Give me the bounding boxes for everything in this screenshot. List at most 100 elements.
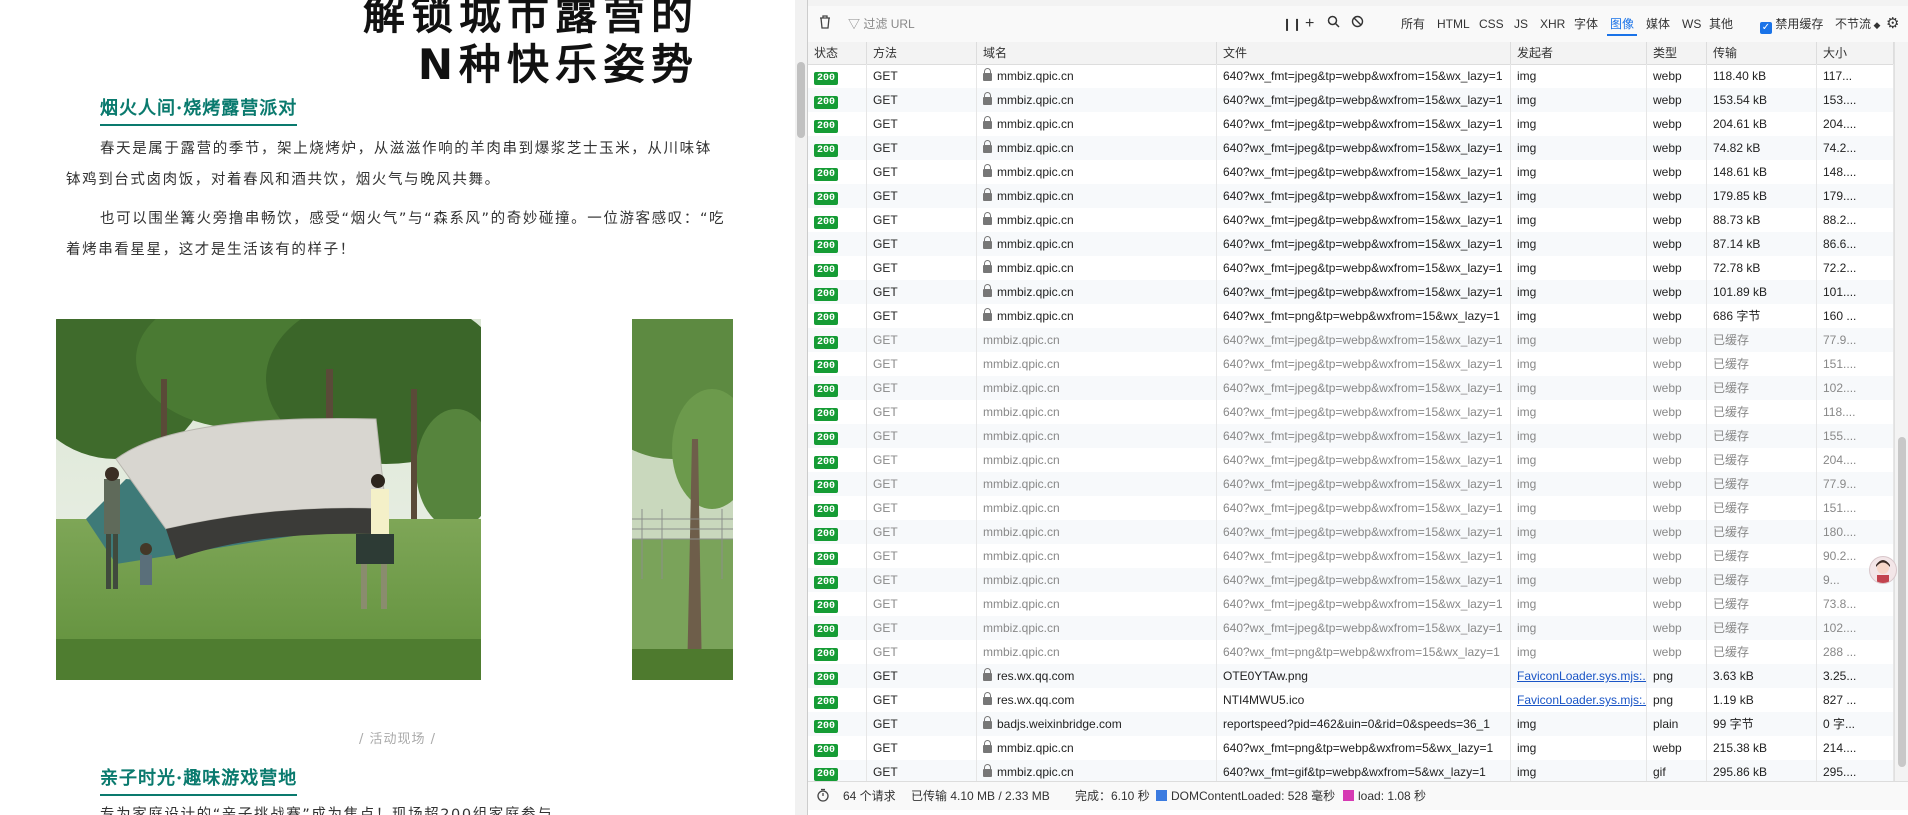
url-filter-input[interactable]: ▽ 过滤 URL <box>848 14 1248 34</box>
col-file[interactable]: 文件 <box>1217 42 1511 64</box>
request-row[interactable]: 200 GET mmbiz.qpic.cn 640?wx_fmt=jpeg&tp=we… <box>808 256 1898 280</box>
col-method[interactable]: 方法 <box>867 42 977 64</box>
cell-transfer: 101.89 kB <box>1707 280 1817 304</box>
article-paragraph-2: 也可以围坐篝火旁撸串畅饮，感受“烟火气”与“森系风”的奇妙碰撞。一位游客感叹：“… <box>66 211 726 258</box>
request-row[interactable]: 200 GET badjs.weixinbridge.com reportspeed?… <box>808 712 1898 736</box>
cell-file: 640?wx_fmt=jpeg&tp=webp&wxfrom=15&wx_laz… <box>1217 496 1511 520</box>
cell-method: GET <box>867 400 977 424</box>
col-status[interactable]: 状态 <box>808 42 867 64</box>
cell-file: 640?wx_fmt=jpeg&tp=webp&wxfrom=15&wx_laz… <box>1217 352 1511 376</box>
cell-transfer: 已缓存 <box>1707 400 1817 424</box>
request-row[interactable]: 200 GET mmbiz.qpic.cn 640?wx_fmt=png&tp=web… <box>808 304 1898 328</box>
request-row[interactable]: 200 GET res.wx.qq.com NTI4MWU5.ico FaviconLo… <box>808 688 1898 712</box>
request-row[interactable]: 200 GET mmbiz.qpic.cn 640?wx_fmt=jpeg&tp=we… <box>808 88 1898 112</box>
article-scrollbar[interactable] <box>795 0 807 815</box>
cell-method: GET <box>867 736 977 760</box>
cell-size: 288 ... <box>1817 640 1894 664</box>
col-domain[interactable]: 域名 <box>977 42 1217 64</box>
cell-file: 640?wx_fmt=jpeg&tp=webp&wxfrom=15&wx_laz… <box>1217 544 1511 568</box>
cell-transfer: 1.19 kB <box>1707 688 1817 712</box>
request-row[interactable]: 200 GET mmbiz.qpic.cn 640?wx_fmt=jpeg&tp=we… <box>808 520 1898 544</box>
block-icon[interactable] <box>1351 14 1364 34</box>
search-icon[interactable] <box>1327 14 1340 34</box>
lock-icon <box>983 68 992 81</box>
cell-initiator: img <box>1511 424 1647 448</box>
checkbox-checked-icon[interactable]: ✓ <box>1760 22 1772 34</box>
col-initiator[interactable]: 发起者 <box>1511 42 1647 64</box>
request-row[interactable]: 200 GET mmbiz.qpic.cn 640?wx_fmt=jpeg&tp=we… <box>808 136 1898 160</box>
cell-transfer: 74.82 kB <box>1707 136 1817 160</box>
cell-initiator: img <box>1511 184 1647 208</box>
cell-method: GET <box>867 328 977 352</box>
status-badge: 200 <box>814 408 839 421</box>
throttle-select[interactable]: 不节流 ◆ <box>1835 14 1880 34</box>
gear-icon[interactable]: ⚙ <box>1886 14 1899 34</box>
request-row[interactable]: 200 GET mmbiz.qpic.cn 640?wx_fmt=jpeg&tp=we… <box>808 568 1898 592</box>
request-row[interactable]: 200 GET mmbiz.qpic.cn 640?wx_fmt=jpeg&tp=we… <box>808 472 1898 496</box>
cell-size: 204.... <box>1817 448 1894 472</box>
article-scrollbar-thumb[interactable] <box>797 62 805 138</box>
cell-domain: mmbiz.qpic.cn <box>977 520 1217 544</box>
status-badge: 200 <box>814 696 839 709</box>
col-type[interactable]: 类型 <box>1647 42 1707 64</box>
request-row[interactable]: 200 GET mmbiz.qpic.cn 640?wx_fmt=jpeg&tp=we… <box>808 208 1898 232</box>
request-row[interactable]: 200 GET mmbiz.qpic.cn 640?wx_fmt=jpeg&tp=we… <box>808 544 1898 568</box>
cell-size: 155.... <box>1817 424 1894 448</box>
domain-text: mmbiz.qpic.cn <box>997 189 1074 203</box>
dcl-label: DOMContentLoaded: 528 毫秒 <box>1171 789 1336 803</box>
request-row[interactable]: 200 GET mmbiz.qpic.cn 640?wx_fmt=jpeg&tp=we… <box>808 328 1898 352</box>
tab-xhr[interactable]: XHR <box>1537 14 1568 34</box>
domain-text: mmbiz.qpic.cn <box>997 141 1074 155</box>
cell-size: 88.2... <box>1817 208 1894 232</box>
request-row[interactable]: 200 GET mmbiz.qpic.cn 640?wx_fmt=jpeg&tp=we… <box>808 232 1898 256</box>
floating-avatar[interactable] <box>1869 556 1897 584</box>
pause-icon[interactable]: ❙❙ <box>1282 14 1302 34</box>
request-row[interactable]: 200 GET res.wx.qq.com OTE0YTAw.png FaviconLo… <box>808 664 1898 688</box>
disable-cache-toggle[interactable]: ✓ 禁用缓存 <box>1760 14 1823 34</box>
tab-all[interactable]: 所有 <box>1398 14 1428 34</box>
request-row[interactable]: 200 GET mmbiz.qpic.cn 640?wx_fmt=png&tp=web… <box>808 736 1898 760</box>
tree-photo[interactable] <box>632 319 733 680</box>
col-size[interactable]: 大小 <box>1817 42 1894 64</box>
tab-fonts[interactable]: 字体 <box>1571 14 1601 34</box>
request-row[interactable]: 200 GET mmbiz.qpic.cn 640?wx_fmt=jpeg&tp=we… <box>808 64 1898 88</box>
camping-photo[interactable] <box>56 319 481 680</box>
initiator-link[interactable]: FaviconLoader.sys.mjs:... <box>1517 669 1646 683</box>
tab-css[interactable]: CSS <box>1476 14 1507 34</box>
lock-icon <box>983 188 992 201</box>
trash-icon[interactable] <box>818 14 832 34</box>
tab-js[interactable]: JS <box>1511 14 1531 34</box>
cell-domain: mmbiz.qpic.cn <box>977 184 1217 208</box>
cell-size: 74.2... <box>1817 136 1894 160</box>
tab-html[interactable]: HTML <box>1434 14 1473 34</box>
request-row[interactable]: 200 GET mmbiz.qpic.cn 640?wx_fmt=jpeg&tp=we… <box>808 616 1898 640</box>
request-row[interactable]: 200 GET mmbiz.qpic.cn 640?wx_fmt=jpeg&tp=we… <box>808 424 1898 448</box>
add-icon[interactable]: + <box>1305 14 1314 34</box>
request-row[interactable]: 200 GET mmbiz.qpic.cn 640?wx_fmt=jpeg&tp=we… <box>808 496 1898 520</box>
cell-domain: mmbiz.qpic.cn <box>977 232 1217 256</box>
request-row[interactable]: 200 GET mmbiz.qpic.cn 640?wx_fmt=jpeg&tp=we… <box>808 592 1898 616</box>
request-row[interactable]: 200 GET mmbiz.qpic.cn 640?wx_fmt=jpeg&tp=we… <box>808 448 1898 472</box>
cell-file: 640?wx_fmt=jpeg&tp=webp&wxfrom=15&wx_laz… <box>1217 136 1511 160</box>
request-row[interactable]: 200 GET mmbiz.qpic.cn 640?wx_fmt=jpeg&tp=we… <box>808 112 1898 136</box>
cell-type: webp <box>1647 592 1707 616</box>
tab-other[interactable]: 其他 <box>1706 14 1736 34</box>
request-row[interactable]: 200 GET mmbiz.qpic.cn 640?wx_fmt=jpeg&tp=we… <box>808 184 1898 208</box>
initiator-link[interactable]: FaviconLoader.sys.mjs:... <box>1517 693 1646 707</box>
domain-text: mmbiz.qpic.cn <box>997 165 1074 179</box>
col-transferred[interactable]: 传输 <box>1707 42 1817 64</box>
network-scrollbar-thumb[interactable] <box>1898 437 1906 767</box>
tab-images[interactable]: 图像 <box>1607 14 1638 36</box>
request-row[interactable]: 200 GET mmbiz.qpic.cn 640?wx_fmt=png&tp=web… <box>808 640 1898 664</box>
request-row[interactable]: 200 GET mmbiz.qpic.cn 640?wx_fmt=jpeg&tp=we… <box>808 352 1898 376</box>
domain-text: mmbiz.qpic.cn <box>997 261 1074 275</box>
request-row[interactable]: 200 GET mmbiz.qpic.cn 640?wx_fmt=jpeg&tp=we… <box>808 280 1898 304</box>
request-row[interactable]: 200 GET mmbiz.qpic.cn 640?wx_fmt=jpeg&tp=we… <box>808 376 1898 400</box>
tab-media[interactable]: 媒体 <box>1643 14 1673 34</box>
tab-ws[interactable]: WS <box>1679 14 1704 34</box>
request-row[interactable]: 200 GET mmbiz.qpic.cn 640?wx_fmt=jpeg&tp=we… <box>808 160 1898 184</box>
cell-status: 200 <box>808 664 867 688</box>
network-list-scrollbar[interactable] <box>1894 42 1908 781</box>
cell-type: webp <box>1647 544 1707 568</box>
request-row[interactable]: 200 GET mmbiz.qpic.cn 640?wx_fmt=jpeg&tp=we… <box>808 400 1898 424</box>
